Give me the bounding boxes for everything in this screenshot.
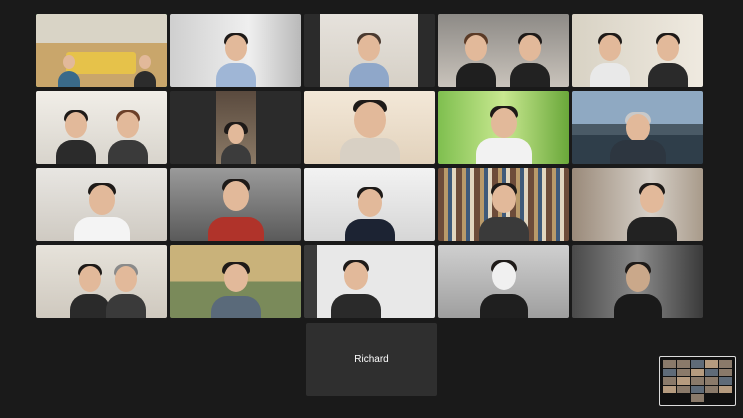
video-tile-13[interactable]	[304, 168, 435, 241]
video-tile-9[interactable]	[438, 91, 569, 164]
video-tile-5[interactable]	[572, 14, 703, 87]
video-tile-14[interactable]	[438, 168, 569, 241]
video-tile-19[interactable]	[438, 245, 569, 318]
participant-grid	[36, 14, 703, 318]
video-tile-18[interactable]	[304, 245, 435, 318]
video-tile-17[interactable]	[170, 245, 301, 318]
video-tile-8[interactable]	[304, 91, 435, 164]
video-tile-11[interactable]	[36, 168, 167, 241]
video-tile-12[interactable]	[170, 168, 301, 241]
self-name-tile[interactable]: Richard	[306, 323, 437, 396]
mini-gallery-icon[interactable]	[659, 356, 736, 406]
video-tile-10[interactable]	[572, 91, 703, 164]
video-tile-20[interactable]	[572, 245, 703, 318]
video-tile-15[interactable]	[572, 168, 703, 241]
video-tile-1[interactable]	[36, 14, 167, 87]
video-tile-6[interactable]	[36, 91, 167, 164]
self-name-label: Richard	[354, 354, 389, 365]
video-tile-7[interactable]	[170, 91, 301, 164]
video-tile-16[interactable]	[36, 245, 167, 318]
video-tile-2[interactable]	[170, 14, 301, 87]
video-tile-3[interactable]	[304, 14, 435, 87]
video-tile-4[interactable]	[438, 14, 569, 87]
video-gallery: Richard	[0, 0, 743, 418]
